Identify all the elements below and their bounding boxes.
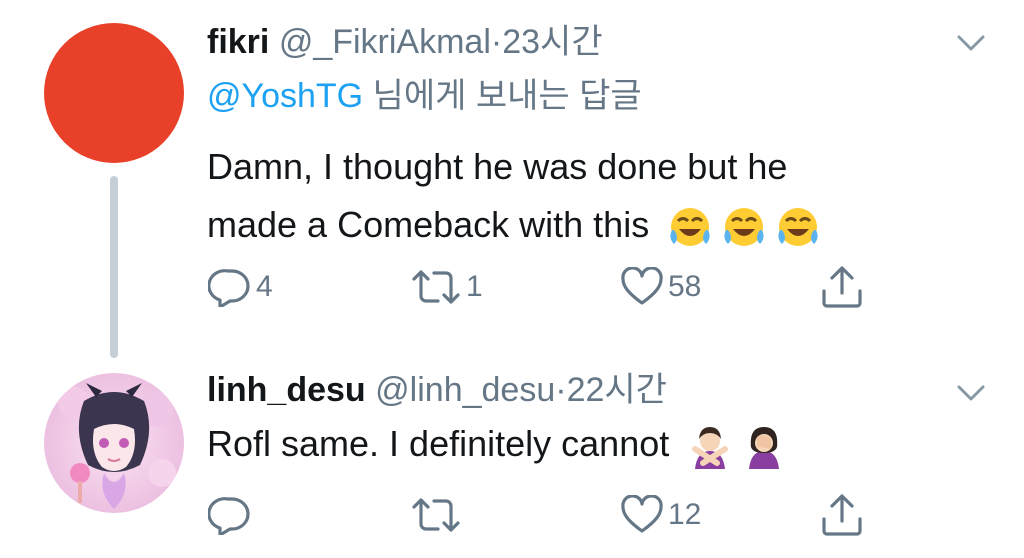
like-count: 58 — [668, 270, 702, 303]
user-handle[interactable]: @linh_desu — [375, 371, 555, 409]
person-facepalming-emoji — [741, 423, 787, 470]
face-with-tears-of-joy-emoji — [667, 204, 713, 250]
tweet-text-line-with-emoji: made a Comeback with this — [207, 196, 907, 254]
reply-button[interactable] — [208, 490, 256, 540]
reply-button[interactable]: 4 — [208, 262, 273, 312]
reply-count: 4 — [256, 270, 273, 303]
like-button[interactable]: 58 — [620, 262, 701, 312]
person-gesturing-no-emoji — [687, 423, 733, 470]
share-icon — [818, 493, 866, 537]
share-button[interactable] — [818, 262, 866, 312]
reply-to-mention[interactable]: @YoshTG — [207, 77, 363, 115]
reply-icon — [208, 267, 252, 307]
avatar[interactable] — [44, 23, 184, 163]
user-handle[interactable]: @_FikriAkmal — [279, 23, 491, 61]
chevron-down-icon[interactable] — [956, 383, 986, 403]
tweet-actions: 12 — [0, 490, 1024, 540]
face-with-tears-of-joy-emoji — [775, 204, 821, 250]
timestamp[interactable]: 22시간 — [567, 371, 667, 409]
like-button[interactable]: 12 — [620, 490, 701, 540]
tweet[interactable]: fikri @_FikriAkmal·23시간 @YoshTG 님에게 보내는 … — [0, 0, 1024, 360]
retweet-button[interactable]: 1 — [410, 262, 483, 312]
tweet-text-line: Damn, I thought he was done but he — [207, 146, 788, 187]
retweet-icon — [410, 267, 462, 307]
tweet-text-line-with-emoji: Rofl same. I definitely cannot — [207, 415, 907, 473]
share-button[interactable] — [818, 490, 866, 540]
display-name[interactable]: linh_desu — [207, 371, 366, 409]
retweet-icon — [410, 495, 462, 535]
share-icon — [818, 265, 866, 309]
tweet-header: fikri @_FikriAkmal·23시간 — [207, 22, 603, 62]
tweet-actions: 4 1 58 — [0, 262, 1024, 312]
face-with-tears-of-joy-emoji — [721, 204, 767, 250]
reply-to-suffix: 님에게 보내는 답글 — [363, 77, 642, 115]
tweet-text: Damn, I thought he was done but he made … — [207, 138, 907, 254]
reply-context: @YoshTG 님에게 보내는 답글 — [207, 76, 642, 116]
retweet-button[interactable] — [410, 490, 466, 540]
separator: · — [555, 371, 567, 409]
reply-icon — [208, 495, 252, 535]
chevron-down-icon[interactable] — [956, 33, 986, 53]
timestamp[interactable]: 23시간 — [502, 23, 602, 61]
display-name[interactable]: fikri — [207, 23, 269, 61]
tweet-text: Rofl same. I definitely cannot — [207, 415, 907, 473]
heart-icon — [620, 495, 664, 535]
retweet-count: 1 — [466, 270, 483, 303]
tweet[interactable]: linh_desu @linh_desu·22시간 Rofl same. I d… — [0, 360, 1024, 558]
tweet-text-line: made a Comeback with this — [207, 204, 650, 245]
tweet-text-line: Rofl same. I definitely cannot — [207, 423, 670, 464]
like-count: 12 — [668, 498, 702, 531]
tweet-header: linh_desu @linh_desu·22시간 — [207, 370, 667, 410]
heart-icon — [620, 267, 664, 307]
separator: · — [490, 23, 503, 61]
